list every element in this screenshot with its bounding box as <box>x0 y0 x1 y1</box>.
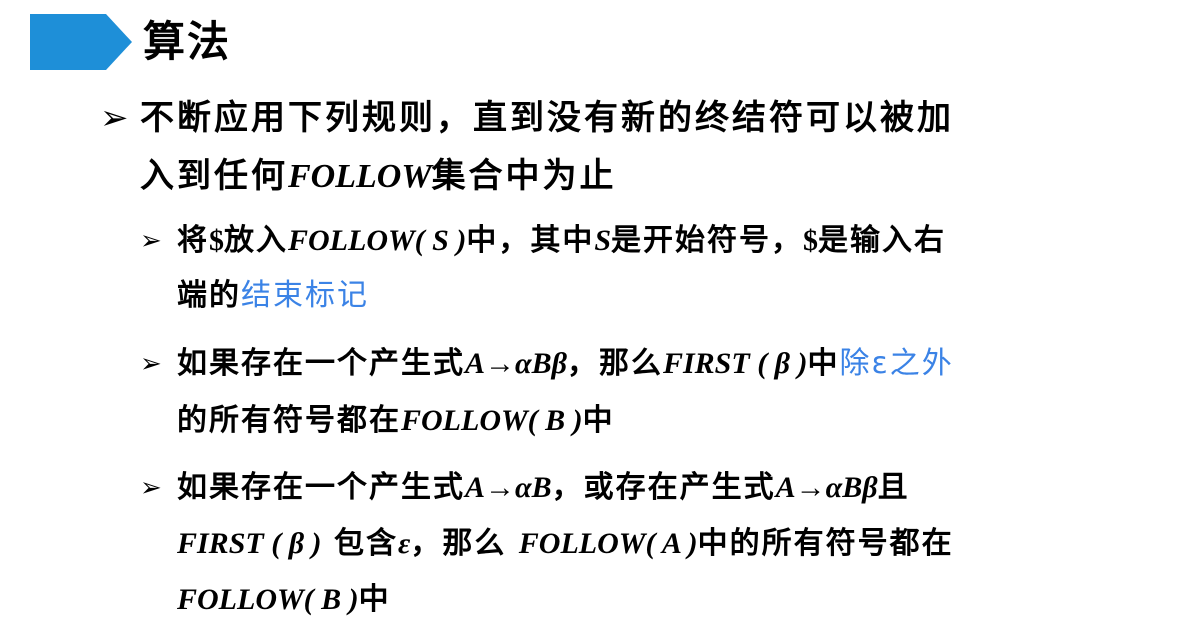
rule-1-line1: 将$放入FOLLOW( S )中，其中S是开始符号，$是输入右 <box>177 223 947 258</box>
arrow-bullet-icon: ➢ <box>140 226 164 256</box>
rule-1-line2: 端的结束标记 <box>177 278 369 313</box>
slide-title: 算法 <box>143 17 232 66</box>
rule-2-line1: 如果存在一个产生式A→αBβ，那么FIRST ( β )中除ε之外 <box>177 346 954 381</box>
rule-2-line2: 的所有符号都在FOLLOW( B )中 <box>177 403 615 438</box>
arrow-bullet-icon: ➢ <box>140 473 164 503</box>
main-bullet-line1: 不断应用下列规则，直到没有新的终结符可以被加 <box>140 98 954 138</box>
rule-3-line3: FOLLOW( B )中 <box>177 582 391 617</box>
follow-term: FOLLOW <box>288 158 432 195</box>
except-epsilon-highlight: 除ε之外 <box>839 346 954 381</box>
main-bullet-line2: 入到任何FOLLOW集合中为止 <box>140 156 617 196</box>
pentagon-banner-icon <box>30 14 132 70</box>
rule-3-line2: FIRST ( β ) 包含ε，那么 FOLLOW( A )中的所有符号都在 <box>177 526 954 561</box>
arrow-bullet-icon: ➢ <box>140 349 164 379</box>
arrow-bullet-icon: ➢ <box>100 98 132 138</box>
end-marker-highlight: 结束标记 <box>241 278 369 313</box>
rule-3-line1: 如果存在一个产生式A→αB，或存在产生式A→αBβ且 <box>177 470 910 505</box>
